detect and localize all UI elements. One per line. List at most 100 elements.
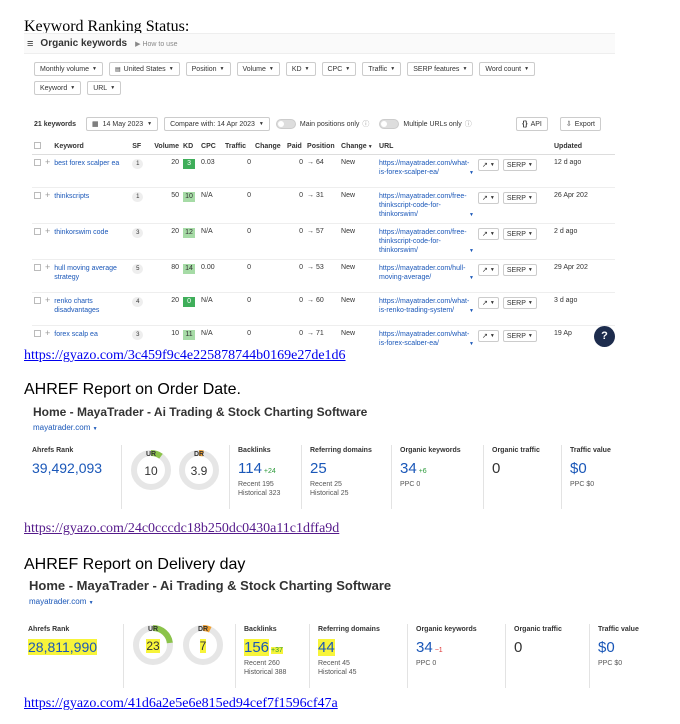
serp-button[interactable]: SERP ▼	[502, 330, 537, 342]
info-icon: ⓘ	[464, 121, 472, 128]
serp-button[interactable]: SERP ▼	[502, 192, 537, 204]
trend-button[interactable]: ↗ ▼	[477, 191, 499, 204]
url-link[interactable]: https://mayatrader.com/what-is-forex-sca…	[379, 159, 469, 177]
col-paid[interactable]: Paid	[285, 140, 306, 155]
filter-country[interactable]: ▤ United States ▼	[108, 62, 180, 76]
compare-picker[interactable]: Compare with: 14 Apr 2023 ▼	[164, 117, 270, 131]
keyword-link[interactable]: best forex scalper ea	[54, 159, 126, 168]
filter-cpc[interactable]: CPC ▼	[321, 62, 357, 76]
row-checkbox[interactable]	[34, 191, 41, 199]
ahrefs-report-delivery-day: Home - MayaTrader - Ai Trading & Stock C…	[24, 578, 639, 690]
select-all-checkbox[interactable]	[34, 142, 41, 150]
serp-button[interactable]: SERP ▼	[502, 159, 537, 171]
col-position[interactable]: Position	[305, 140, 340, 155]
traffic-value-value[interactable]: $0	[598, 639, 646, 656]
filter-word-count[interactable]: Word count ▼	[479, 62, 536, 76]
position-cell: → 64	[307, 158, 324, 166]
url-link[interactable]: https://mayatrader.com/what-is-renko-tra…	[379, 297, 469, 315]
main-positions-toggle[interactable]	[275, 119, 296, 129]
serp-button[interactable]: SERP ▼	[502, 264, 537, 276]
filter-url[interactable]: URL ▼	[87, 81, 122, 95]
filter-traffic[interactable]: Traffic ▼	[362, 62, 402, 76]
gyazo-link-3[interactable]: https://gyazo.com/41d6a2e5e6e815ed94cef7…	[24, 696, 338, 712]
hamburger-icon[interactable]: ≡	[27, 38, 33, 50]
gyazo-link-1[interactable]: https://gyazo.com/3c459f9c4e225878744b01…	[24, 348, 346, 364]
trend-button[interactable]: ↗ ▼	[477, 263, 499, 276]
filter-monthly-volume[interactable]: Monthly volume ▼	[34, 62, 103, 76]
keyword-link[interactable]: hull moving average strategy	[54, 264, 126, 282]
row-checkbox[interactable]	[34, 296, 41, 304]
refdom-value[interactable]: 25	[310, 460, 391, 477]
keyword-link[interactable]: renko charts disadvantages	[54, 297, 126, 315]
refdom-value[interactable]: 44	[318, 639, 335, 656]
trend-button[interactable]: ↗ ▼	[477, 227, 499, 240]
caret-down-icon: ▼	[219, 66, 225, 72]
col-kd[interactable]: KD	[181, 140, 200, 155]
col-sf[interactable]: SF	[130, 140, 153, 155]
col-position-change[interactable]: Change▼	[339, 140, 378, 155]
caret-down-icon: ▼	[70, 85, 76, 91]
export-icon: ⇩	[565, 121, 572, 128]
row-checkbox[interactable]	[34, 158, 41, 166]
traffic-cell: 0	[223, 325, 254, 345]
traffic-cell: 0	[223, 292, 254, 326]
col-cpc[interactable]: CPC	[199, 140, 224, 155]
keyword-link[interactable]: thinkorswim code	[54, 228, 126, 237]
keyword-link[interactable]: thinkscripts	[54, 192, 126, 201]
caret-down-icon[interactable]: ▼	[469, 248, 474, 254]
row-checkbox[interactable]	[34, 263, 41, 271]
url-link[interactable]: https://mayatrader.com/hull-moving-avera…	[379, 264, 469, 282]
help-button[interactable]: ?	[594, 326, 615, 347]
trend-button[interactable]: ↗ ▼	[477, 329, 499, 342]
plus-icon[interactable]: +	[45, 295, 50, 305]
backlinks-value[interactable]: 156	[244, 639, 270, 656]
caret-down-icon[interactable]: ▼	[469, 341, 474, 346]
caret-down-icon: ▼	[258, 121, 264, 127]
report-domain[interactable]: mayatrader.com ▼	[24, 597, 624, 606]
trend-button[interactable]: ↗ ▼	[477, 296, 499, 309]
caret-down-icon[interactable]: ▼	[469, 170, 474, 176]
col-change[interactable]: Change	[253, 140, 286, 155]
serp-button[interactable]: SERP ▼	[502, 228, 537, 240]
col-volume[interactable]: Volume	[152, 140, 182, 155]
keyword-link[interactable]: forex scalp ea	[54, 330, 126, 339]
serp-button[interactable]: SERP ▼	[502, 297, 537, 309]
url-link[interactable]: https://mayatrader.com/free-thinkscript-…	[379, 228, 469, 255]
col-keyword[interactable]: Keyword	[52, 140, 131, 155]
organic-kw-value[interactable]: 34	[416, 639, 433, 656]
url-link[interactable]: https://mayatrader.com/what-is-forex-sca…	[379, 330, 469, 346]
gyazo-link-2[interactable]: https://gyazo.com/24c0cccdc18b250dc0430a…	[24, 521, 339, 537]
col-url[interactable]: URL	[377, 140, 476, 155]
col-updated[interactable]: Updated	[551, 140, 615, 155]
url-link[interactable]: https://mayatrader.com/free-thinkscript-…	[379, 192, 469, 219]
plus-icon[interactable]: +	[45, 262, 50, 272]
paid-cell: 0	[285, 325, 306, 345]
trend-button[interactable]: ↗ ▼	[477, 158, 499, 171]
row-checkbox[interactable]	[34, 227, 41, 235]
organic-kw-value[interactable]: 34	[400, 460, 417, 477]
row-checkbox[interactable]	[34, 329, 41, 337]
caret-down-icon[interactable]: ▼	[469, 275, 474, 281]
caret-down-icon[interactable]: ▼	[469, 212, 474, 218]
plus-icon[interactable]: +	[45, 226, 50, 236]
caret-down-icon: ▼	[92, 426, 98, 432]
caret-down-icon[interactable]: ▼	[469, 308, 474, 314]
api-button[interactable]: {} API	[516, 117, 548, 131]
filter-serp-features[interactable]: SERP features ▼	[407, 62, 474, 76]
plus-icon[interactable]: +	[45, 157, 50, 167]
export-button[interactable]: ⇩ Export	[559, 117, 601, 131]
col-traffic[interactable]: Traffic	[223, 140, 254, 155]
filter-volume[interactable]: Volume ▼	[236, 62, 280, 76]
date-picker[interactable]: ▦ 14 May 2023 ▼	[86, 117, 159, 131]
filter-keyword[interactable]: Keyword ▼	[34, 81, 82, 95]
traffic-value-value[interactable]: $0	[570, 460, 622, 477]
plus-icon[interactable]: +	[45, 328, 50, 338]
multiple-urls-toggle[interactable]	[379, 119, 400, 129]
report-domain[interactable]: mayatrader.com ▼	[24, 423, 624, 432]
filter-kd[interactable]: KD ▼	[285, 62, 316, 76]
plus-icon[interactable]: +	[45, 190, 50, 200]
filter-position[interactable]: Position ▼	[185, 62, 231, 76]
backlinks-value[interactable]: 114	[238, 460, 262, 477]
metric-traffic-value: Traffic value $0 PPC $0	[590, 624, 646, 688]
how-to-use-link[interactable]: ▶ How to use	[135, 40, 177, 48]
